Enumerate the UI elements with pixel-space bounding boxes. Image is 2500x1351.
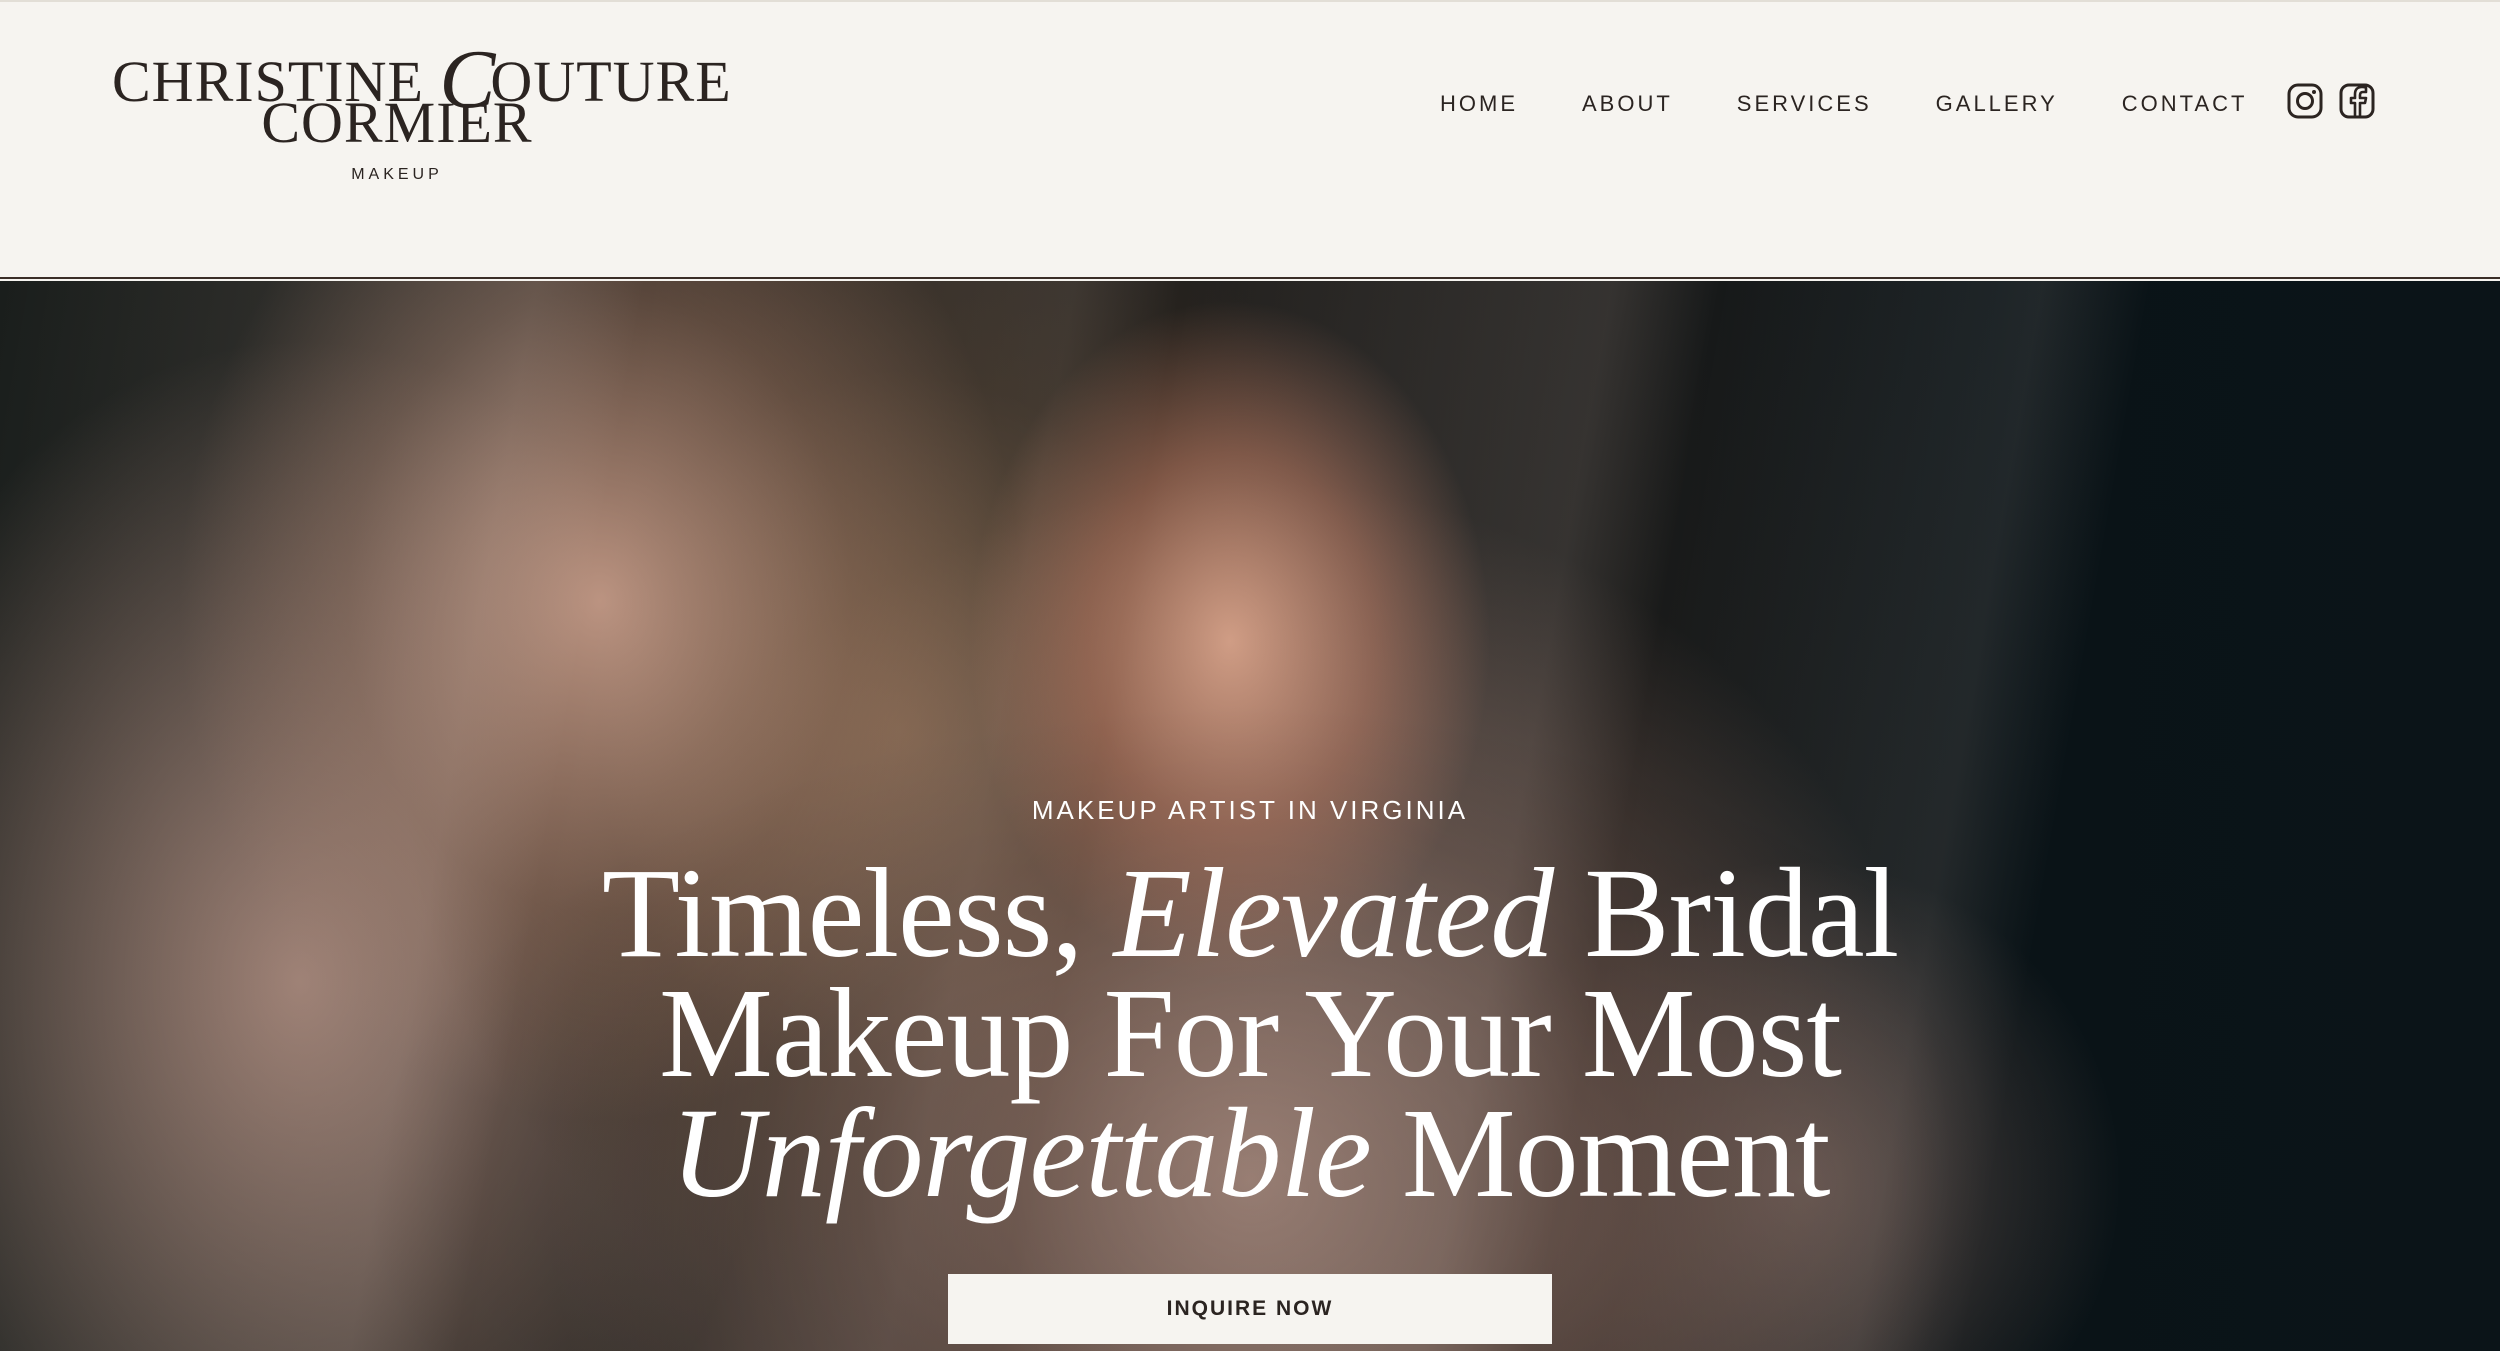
hero-title-text: Moment bbox=[1370, 1082, 1831, 1224]
social-links bbox=[2286, 82, 2376, 120]
nav-services[interactable]: SERVICES bbox=[1737, 91, 1872, 117]
hero-eyebrow: MAKEUP ARTIST IN VIRGINIA bbox=[1031, 795, 1469, 825]
instagram-icon[interactable] bbox=[2286, 82, 2324, 120]
nav-contact[interactable]: CONTACT bbox=[2122, 91, 2248, 117]
brand-logo[interactable]: CHRISTINE COUTURE CORMIER MAKEUP bbox=[112, 30, 731, 190]
hero-title-line-3: Unforgettable Moment bbox=[0, 1089, 2500, 1217]
hero-title-line-2: Makeup For Your Most bbox=[659, 962, 1842, 1104]
inquire-now-button[interactable]: INQUIRE NOW bbox=[948, 1274, 1552, 1344]
hero-section: MAKEUP ARTIST IN VIRGINIA Timeless, Elev… bbox=[0, 281, 2500, 1351]
hero-title: Timeless, Elevated Bridal Makeup For You… bbox=[0, 849, 2500, 1217]
main-nav: HOME ABOUT SERVICES GALLERY CONTACT bbox=[1440, 86, 2303, 122]
site-header: CHRISTINE COUTURE CORMIER MAKEUP HOME AB… bbox=[0, 0, 2500, 279]
nav-home[interactable]: HOME bbox=[1440, 91, 1518, 117]
hero-title-emphasis: Unforgettable bbox=[670, 1082, 1371, 1224]
logo-line-2: CORMIER bbox=[261, 90, 533, 155]
facebook-icon[interactable] bbox=[2338, 82, 2376, 120]
logo-subtitle: MAKEUP bbox=[351, 166, 443, 183]
nav-gallery[interactable]: GALLERY bbox=[1936, 91, 2058, 117]
nav-about[interactable]: ABOUT bbox=[1582, 91, 1673, 117]
hero-title-line-1: Timeless, Elevated Bridal bbox=[0, 849, 2500, 977]
